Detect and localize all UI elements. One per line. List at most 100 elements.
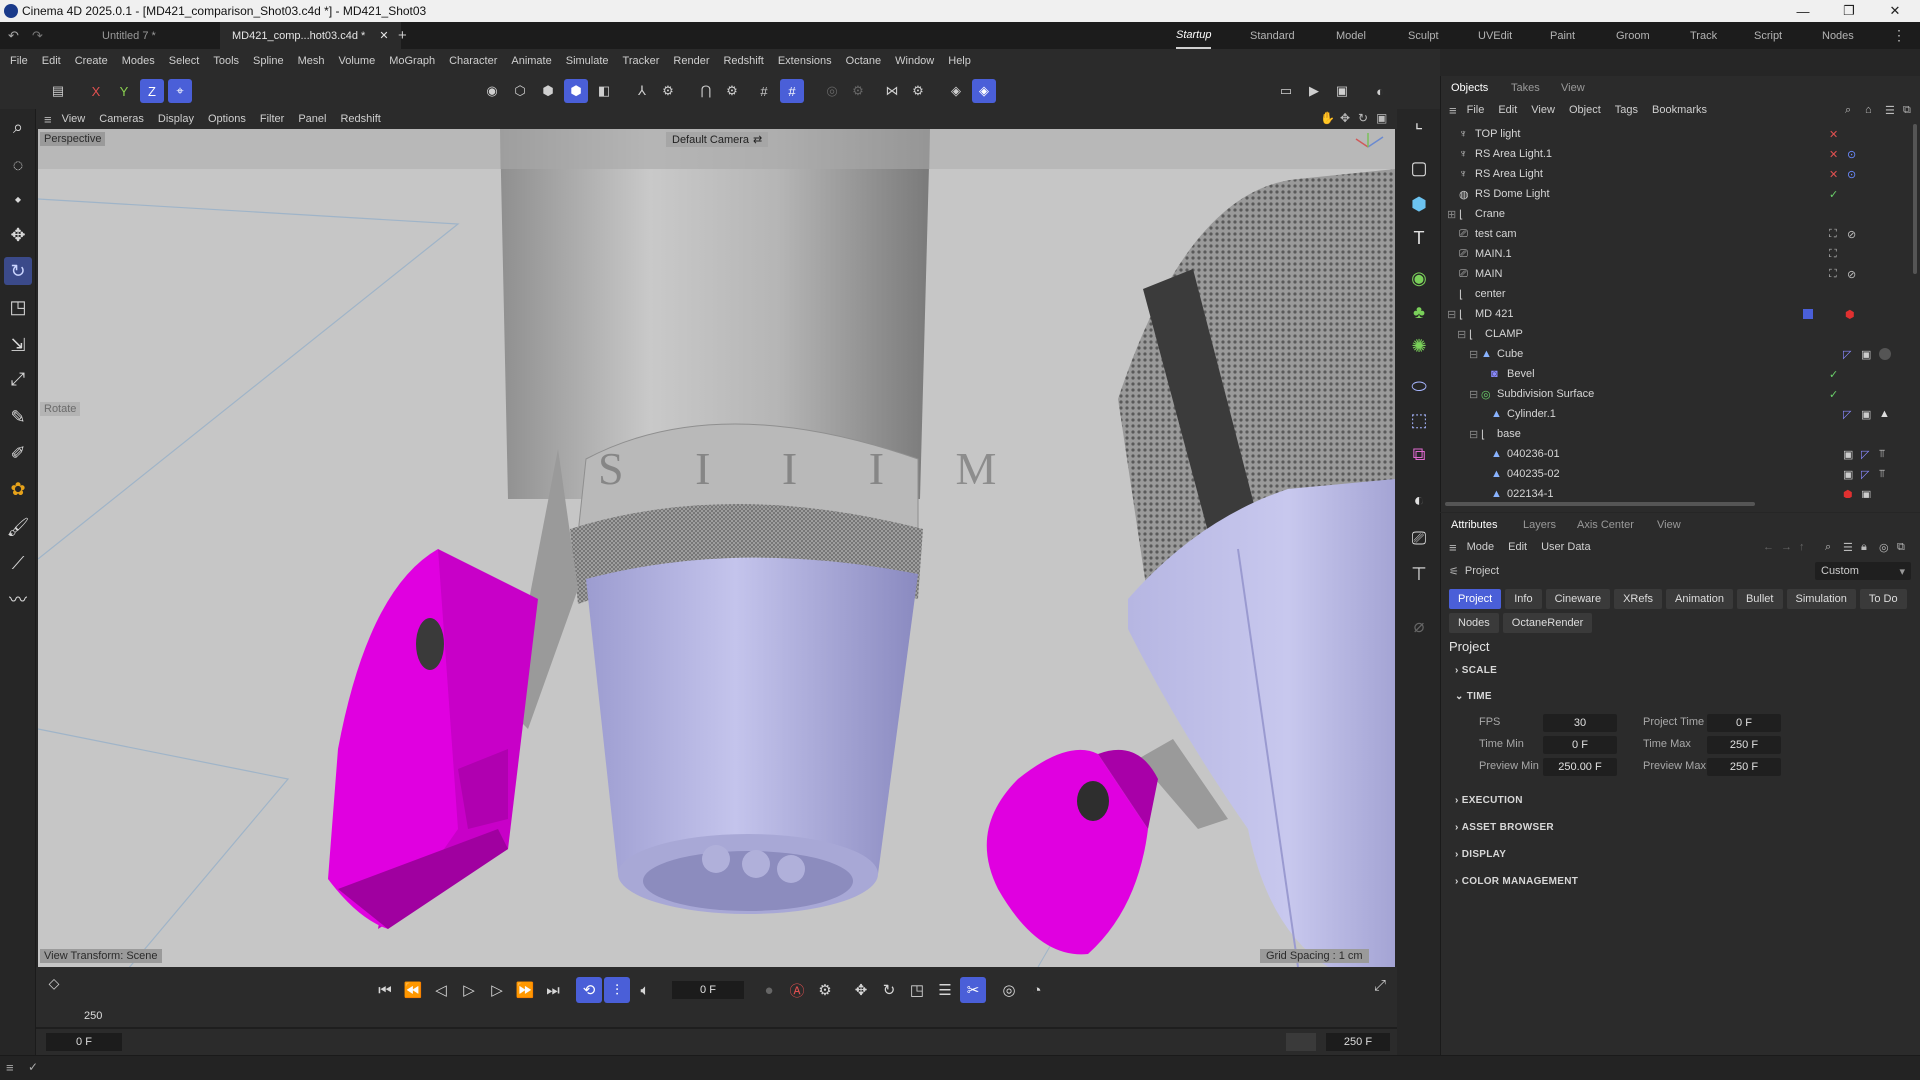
viewport-menu-options[interactable]: Options bbox=[208, 113, 246, 125]
attributes-menu-mode[interactable]: Mode bbox=[1467, 541, 1495, 553]
subtab-simulation[interactable]: Simulation bbox=[1786, 589, 1856, 609]
toggle-view-icon[interactable]: ▣ bbox=[1376, 111, 1387, 125]
move-tool-icon[interactable]: ✥ bbox=[4, 221, 32, 249]
coordinates-icon[interactable]: ⌞ bbox=[1405, 108, 1433, 136]
new-tab-icon[interactable]: + bbox=[398, 27, 407, 44]
start-frame-field[interactable]: 0 F bbox=[46, 1033, 122, 1051]
cloner-icon[interactable]: ♣ bbox=[1405, 298, 1433, 326]
search-attributes-icon[interactable]: ⌕ bbox=[1825, 541, 1831, 554]
camera-create-icon[interactable]: ⎚ bbox=[1405, 524, 1433, 552]
pan-view-icon[interactable]: ✋ bbox=[1320, 111, 1335, 125]
render-to-picture-viewer-icon[interactable]: ▶ bbox=[1302, 79, 1326, 103]
close-button[interactable]: ✕ bbox=[1872, 0, 1918, 22]
search-icon[interactable]: ⌕ bbox=[4, 113, 32, 141]
constraint-tag-icon[interactable]: ⫪ bbox=[1879, 448, 1885, 461]
knife-tool-icon[interactable]: ⟋ bbox=[4, 549, 32, 577]
motion-system-icon[interactable]: ◎ bbox=[996, 977, 1022, 1003]
end-frame-field[interactable]: 250 F bbox=[1326, 1033, 1390, 1051]
target-tag-icon[interactable]: ⛶ bbox=[1829, 268, 1837, 281]
axis-mode-icon[interactable]: ⅄ bbox=[630, 79, 654, 103]
uvw-tag-icon[interactable]: ▣ bbox=[1861, 488, 1871, 499]
layout-script[interactable]: Script bbox=[1754, 22, 1782, 49]
tab-layers[interactable]: Layers bbox=[1523, 513, 1556, 537]
render-settings-icon[interactable]: ⚙ bbox=[846, 79, 870, 103]
tree-row-rs-area-light-1[interactable]: ♆ RS Area Light.1 ✕ ⊙ bbox=[1441, 144, 1903, 164]
viewport-menu-panel[interactable]: Panel bbox=[298, 113, 326, 125]
tree-row-bevel[interactable]: ◙ Bevel ✓ bbox=[1441, 364, 1903, 384]
protection-tag-icon[interactable]: ⊘ bbox=[1847, 268, 1856, 281]
tree-row-main-1[interactable]: ⎚ MAIN.1 ⛶ bbox=[1441, 244, 1903, 264]
loop-icon[interactable]: ⟲ bbox=[576, 977, 602, 1003]
generator-icon[interactable]: ◉ bbox=[1405, 264, 1433, 292]
section-asset-browser[interactable]: › ASSET BROWSER bbox=[1455, 822, 1554, 833]
objects-scrollbar[interactable] bbox=[1913, 124, 1917, 274]
tree-row-base[interactable]: ⊟ ⌊ base bbox=[1441, 424, 1903, 444]
tree-row-cube[interactable]: ⊟ ▲ Cube ◸ ▣ bbox=[1441, 344, 1903, 364]
forward-icon[interactable]: → bbox=[1781, 541, 1792, 553]
subtab-xrefs[interactable]: XRefs bbox=[1614, 589, 1663, 609]
menu-simulate[interactable]: Simulate bbox=[566, 55, 609, 67]
status-menu-icon[interactable]: ≡ bbox=[6, 1060, 14, 1075]
deformer-icon[interactable]: ✺ bbox=[1405, 332, 1433, 360]
layout-track[interactable]: Track bbox=[1690, 22, 1717, 49]
viewport-menu-cameras[interactable]: Cameras bbox=[99, 113, 144, 125]
edges-mode-icon[interactable]: ⬡ bbox=[508, 79, 532, 103]
attributes-menu-user-data[interactable]: User Data bbox=[1541, 541, 1591, 553]
transfer-tool-icon[interactable]: ⇲ bbox=[4, 331, 32, 359]
tab-takes[interactable]: Takes bbox=[1511, 76, 1540, 100]
undo-icon[interactable]: ↶ bbox=[8, 28, 19, 44]
text-spline-icon[interactable]: T bbox=[1405, 224, 1433, 252]
collapse-icon[interactable]: ⊟ bbox=[1469, 428, 1481, 441]
menu-character[interactable]: Character bbox=[449, 55, 497, 67]
play-icon[interactable]: ▷ bbox=[456, 977, 482, 1003]
new-window-icon[interactable]: ⧉ bbox=[1903, 104, 1911, 117]
menu-tools[interactable]: Tools bbox=[213, 55, 239, 67]
uvw-tag-icon[interactable]: ▣ bbox=[1843, 468, 1853, 481]
cube-primitive-icon[interactable]: ⬢ bbox=[1405, 190, 1433, 218]
layout-model[interactable]: Model bbox=[1336, 22, 1366, 49]
objects-menu-edit[interactable]: Edit bbox=[1498, 104, 1517, 116]
menu-render[interactable]: Render bbox=[673, 55, 709, 67]
subtab-todo[interactable]: To Do bbox=[1859, 589, 1907, 609]
layout-standard[interactable]: Standard bbox=[1250, 22, 1295, 49]
material-tag-icon[interactable] bbox=[1879, 348, 1891, 360]
layer-color-swatch[interactable] bbox=[1803, 309, 1813, 319]
enabled-check-icon[interactable]: ✓ bbox=[1829, 368, 1838, 381]
menu-mograph[interactable]: MoGraph bbox=[389, 55, 435, 67]
menu-spline[interactable]: Spline bbox=[253, 55, 284, 67]
go-to-end-icon[interactable]: ⏭ bbox=[540, 977, 566, 1003]
subtab-info[interactable]: Info bbox=[1505, 589, 1542, 609]
viewport-menu-filter[interactable]: Filter bbox=[260, 113, 284, 125]
redshift-tag-icon[interactable]: ⊙ bbox=[1847, 148, 1856, 161]
tree-row-center[interactable]: ⌊ center bbox=[1441, 284, 1903, 304]
move-select-icon[interactable]: ⬩ bbox=[4, 185, 32, 213]
menu-animate[interactable]: Animate bbox=[511, 55, 551, 67]
filter-icon[interactable]: ☰ bbox=[1885, 104, 1895, 117]
scale-tool-icon[interactable]: ◳ bbox=[4, 293, 32, 321]
status-check-icon[interactable]: ✓ bbox=[28, 1060, 38, 1074]
brush-tool-icon[interactable]: 🖌︎ bbox=[4, 513, 32, 541]
polygons-mode-icon[interactable]: ⬢ bbox=[536, 79, 560, 103]
viewport-menu-icon[interactable]: ≡ bbox=[44, 112, 52, 127]
material-tag-icon[interactable]: ⬢ bbox=[1843, 488, 1853, 499]
doc-tab-untitled[interactable]: Untitled 7 * bbox=[90, 22, 168, 49]
tree-row-040235-02[interactable]: ▲ 040235-02 ▣ ◸ ⫪ bbox=[1441, 464, 1903, 484]
playback-rate-icon[interactable]: ⫶ bbox=[604, 977, 630, 1003]
tree-row-top-light[interactable]: ♆ TOP light ✕ bbox=[1441, 124, 1903, 144]
sound-icon[interactable]: 🔈︎ bbox=[632, 977, 658, 1003]
menu-modes[interactable]: Modes bbox=[122, 55, 155, 67]
current-frame-field[interactable]: 0 F bbox=[672, 981, 744, 999]
menu-window[interactable]: Window bbox=[895, 55, 934, 67]
target-tag-icon[interactable]: ⛶ bbox=[1829, 228, 1837, 241]
workplane-icon[interactable]: # bbox=[752, 79, 776, 103]
search-objects-icon[interactable]: ⌕ bbox=[1845, 104, 1851, 117]
next-frame-icon[interactable]: ▷ bbox=[484, 977, 510, 1003]
points-mode-icon[interactable]: ◉ bbox=[480, 79, 504, 103]
phong-tag-icon[interactable]: ◸ bbox=[1861, 468, 1869, 481]
layout-nodes[interactable]: Nodes bbox=[1822, 22, 1854, 49]
snap-settings-icon[interactable]: ⚙ bbox=[720, 79, 744, 103]
phong-tag-icon[interactable]: ◸ bbox=[1843, 408, 1851, 421]
uvw-tag-icon[interactable]: ▣ bbox=[1861, 408, 1871, 421]
snap-icon[interactable]: ⋂ bbox=[694, 79, 718, 103]
collapse-icon[interactable]: ⊟ bbox=[1469, 388, 1481, 401]
